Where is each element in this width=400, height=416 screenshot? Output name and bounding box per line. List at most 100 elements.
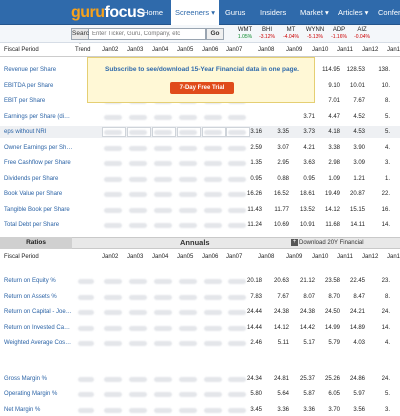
download-icon[interactable]: + [291,239,298,246]
value-cell: 16. [381,206,390,213]
nav-articles[interactable]: Articles ▾ [338,0,368,25]
blurred-value [154,294,172,300]
value-cell: 4.53 [353,129,365,135]
blurred-value [154,376,172,382]
value-cell: 3.35 [277,129,289,135]
value-cell: 3.71 [303,113,315,120]
row-label[interactable]: Return on Invested Ca… [4,322,72,334]
value-cell [267,111,289,123]
row-label[interactable]: Weighted Average Cos… [4,337,72,349]
value-cell: 21.12 [299,278,315,284]
row-label[interactable]: Owner Earnings per Sh… [4,142,72,154]
value-cell: 3.45 [250,406,262,413]
blurred-value [154,130,172,135]
nav-home[interactable]: Home [143,0,163,25]
row-label[interactable]: Revenue per Share [4,64,72,76]
free-trial-button[interactable]: 7-Day Free Trial [170,82,234,94]
blurred-value [129,392,147,397]
value-cell: 19.49 [324,191,340,197]
value-cell: 3.16 [250,129,262,135]
row-label[interactable]: Total Debt per Share [4,219,72,231]
blurred-value [154,145,172,151]
logo-guru-text: guru [71,4,105,21]
blurred-value [179,223,197,228]
blurred-value [154,407,172,413]
value-cell: 8. [384,293,390,300]
row-label[interactable]: EBITDA per Share [4,80,72,92]
go-button[interactable]: Go [206,28,224,40]
row-label[interactable]: Tangible Book per Share [4,204,72,216]
header-year: Jan11 [337,254,353,260]
value-cell: 20.87 [349,191,365,197]
value-cell: 24.86 [349,375,365,382]
row-label[interactable]: Book Value per Share [4,188,72,200]
value-cell: 2.59 [250,144,262,151]
value-cell: 1. [384,175,390,182]
value-cell: 2.95 [277,160,289,166]
value-cell: 6.05 [328,391,340,397]
value-cell: 14.12 [273,324,289,331]
ticker-aiz[interactable]: AIZ -0.04% [348,27,376,41]
blurred-value [129,114,147,120]
nav-market[interactable]: Market ▾ [300,0,329,25]
header-year: Jan06 [202,254,219,260]
value-cell: 5.64 [277,391,289,397]
value-cell: 4.21 [303,144,315,151]
row-label[interactable]: Return on Capital - Joe… [4,306,72,318]
value-cell: 20.63 [273,278,289,284]
row-label[interactable]: Free Cashflow per Share [4,157,72,169]
value-cell: 22. [381,191,390,197]
blurred-value [179,294,197,300]
value-cell: 20.18 [246,278,262,284]
value-cell: 1.21 [353,175,365,182]
row-label[interactable]: Return on Equity % [4,275,72,287]
subscribe-message: Subscribe to see/download 15-Year Financ… [105,66,299,73]
blurred-value [154,207,172,213]
nav-gurus[interactable]: Gurus [225,0,245,25]
blurred-value [204,130,222,135]
value-cell: 14.89 [349,324,365,331]
value-cell: 8.70 [328,293,340,300]
blurred-value [129,223,147,228]
row-label[interactable]: Earnings per Share (di… [4,111,72,123]
blurred-value [104,279,122,284]
row-label[interactable]: Gross Margin % [4,373,72,385]
value-cell: 14. [381,222,390,228]
header-year: Jan12 [362,254,379,260]
value-cell: 14.42 [299,324,315,331]
gurufocus-logo[interactable]: gurufocus [71,4,145,22]
blurred-value [154,161,172,166]
row-label[interactable]: EBIT per Share [4,95,72,107]
blurred-value [204,325,222,331]
header-year: Jan03 [127,47,144,53]
download-financial-link[interactable]: Download 20Y Financial [299,237,364,249]
value-cell: 8.07 [303,293,315,300]
search-type-button[interactable]: Search · [71,28,93,47]
value-cell: 7.01 [328,98,340,104]
nav-screeners[interactable]: Screeners ▾ [171,0,220,26]
row-label[interactable]: Dividends per Share [4,173,72,185]
blurred-value [179,310,197,315]
nav-insiders[interactable]: Insiders [260,0,286,25]
blurred-value [104,294,122,300]
row-label[interactable]: eps without NRI [4,126,72,138]
row-label[interactable]: Net Margin % [4,404,72,416]
header-year: Jan07 [226,254,243,260]
value-cell: 24.38 [299,309,315,315]
blurred-value [154,341,172,346]
value-cell: 3.90 [353,144,365,151]
row-label[interactable]: Operating Margin % [4,388,72,400]
value-cell: 11.68 [325,222,340,228]
blurred-value [204,223,222,228]
value-cell: 5.17 [303,340,315,346]
value-cell: 5.11 [277,340,289,346]
value-cell: 2.98 [328,160,340,166]
blurred-value [154,279,172,284]
blurred-value [179,176,197,182]
row-label[interactable]: Return on Assets % [4,291,72,303]
nav-conferences[interactable]: Confer [378,0,400,25]
search-input[interactable] [89,28,206,40]
blurred-trend [78,341,94,346]
value-cell: 24.38 [273,309,289,315]
value-cell: 4.47 [328,113,340,120]
